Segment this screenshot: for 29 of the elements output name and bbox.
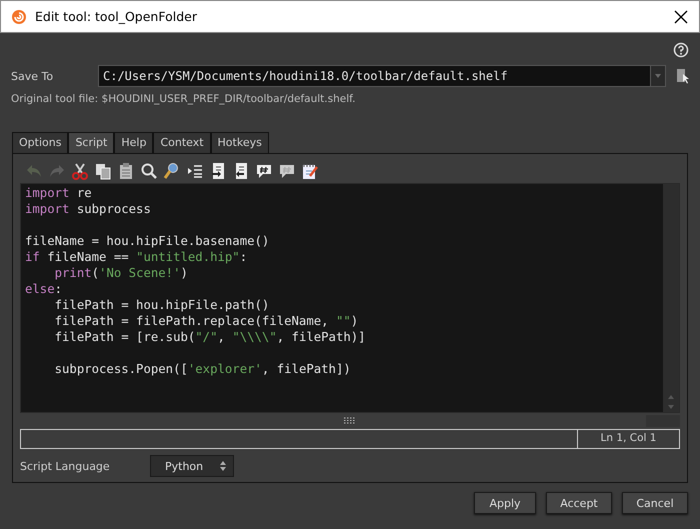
cursor-position: Ln 1, Col 1 — [577, 430, 679, 448]
up-down-arrows-icon — [219, 459, 228, 473]
search-icon[interactable] — [140, 162, 158, 180]
save-path-field[interactable]: C:/Users/YSM/Documents/houdini18.0/toolbar/default.shelf — [98, 65, 666, 87]
tab[interactable]: Options — [12, 132, 68, 153]
script-language-label: Script Language — [20, 460, 111, 472]
splitter-grip-icon[interactable] — [344, 417, 356, 425]
dialog-button[interactable]: Accept — [546, 492, 612, 514]
original-file-text: Original tool file: $HOUDINI_USER_PREF_DIR/toolbar/default.shelf. — [10, 92, 356, 105]
tab[interactable]: Hotkeys — [210, 132, 269, 153]
clipboard-icon[interactable] — [117, 162, 135, 180]
dialog-button[interactable]: Apply — [474, 492, 536, 514]
window-title: Edit tool: tool_OpenFolder — [35, 9, 197, 24]
notepad-icon[interactable] — [301, 162, 319, 180]
tab[interactable]: Context — [153, 132, 211, 153]
copy-icon[interactable] — [94, 162, 112, 180]
language-menu[interactable]: Python — [150, 455, 234, 477]
dialog-button[interactable]: Cancel — [622, 492, 688, 514]
close-icon[interactable] — [673, 8, 689, 24]
help-icon[interactable] — [673, 42, 689, 58]
speech-bubble-icon[interactable] — [278, 162, 296, 180]
document-arrow-icon[interactable] — [209, 162, 227, 180]
scissors-icon[interactable] — [71, 162, 89, 180]
tab[interactable]: Help — [114, 132, 154, 153]
file-browse-icon[interactable] — [676, 68, 690, 84]
swirl-logo-icon — [11, 8, 27, 24]
tab[interactable]: Script — [68, 132, 114, 153]
save-to-label: Save To — [11, 70, 54, 82]
speech-bubble-icon[interactable] — [255, 162, 273, 180]
